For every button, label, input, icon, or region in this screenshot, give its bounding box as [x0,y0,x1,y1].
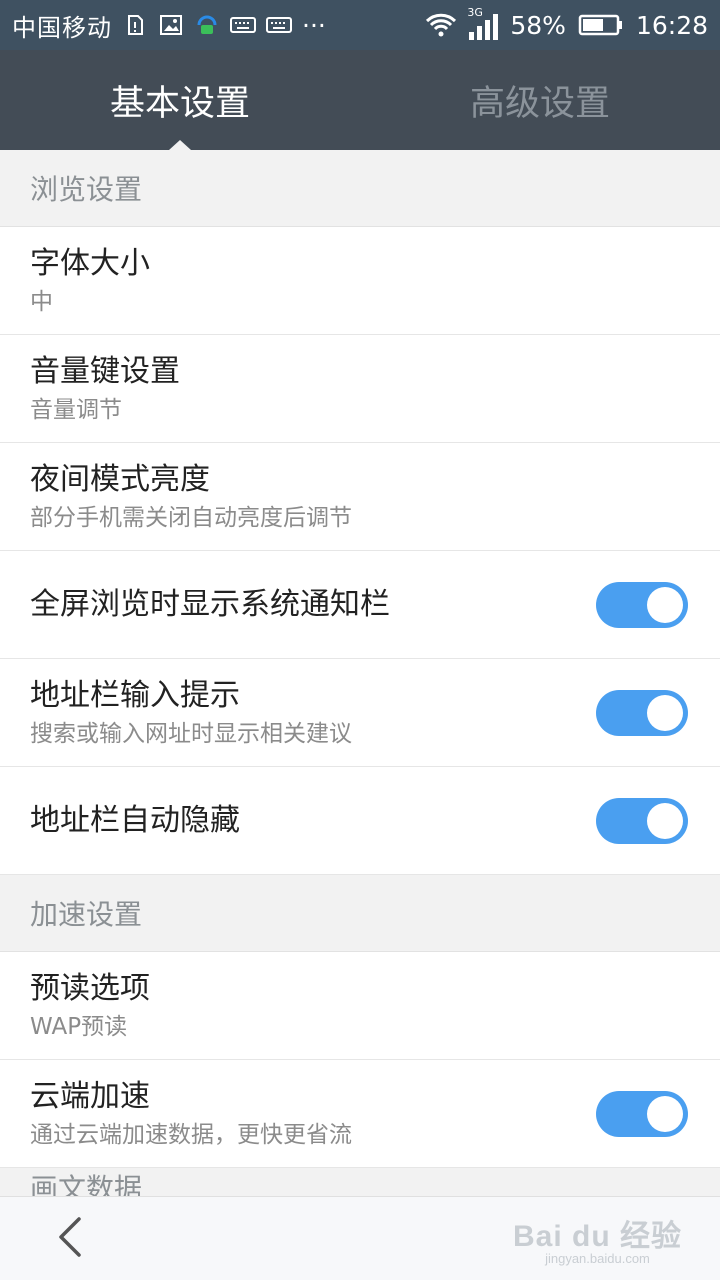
setting-address-bar-suggestions[interactable]: 地址栏输入提示 搜索或输入网址时显示相关建议 [0,659,720,767]
setting-title: 音量键设置 [30,353,180,389]
section-header-speed: 加速设置 [0,875,720,952]
tab-bar: 基本设置 高级设置 [0,50,720,150]
setting-preload-option[interactable]: 预读选项 WAP预读 [0,952,720,1060]
section-header-browse: 浏览设置 [0,150,720,227]
toggle-knob [647,1095,683,1132]
setting-address-bar-autohide[interactable]: 地址栏自动隐藏 [0,767,720,875]
setting-title: 地址栏自动隐藏 [30,802,240,838]
toggle-switch[interactable] [596,581,688,628]
image-icon [158,14,184,36]
section-header-next: 画文数据 [0,1168,720,1196]
bottom-nav-bar: Bai du 经验 jingyan.baidu.com [0,1196,720,1280]
battery-percent: 58% [510,10,566,40]
setting-font-size[interactable]: 字体大小 中 [0,227,720,335]
setting-title: 预读选项 [30,970,150,1006]
toggle-switch[interactable] [596,1090,688,1137]
toggle-switch[interactable] [596,797,688,844]
setting-title: 夜间模式亮度 [30,461,210,497]
setting-value: 音量调节 [30,396,122,423]
clock: 16:28 [635,10,708,40]
setting-fullscreen-notification-bar[interactable]: 全屏浏览时显示系统通知栏 [0,551,720,659]
baidu-jingyan-watermark: Bai du 经验 jingyan.baidu.com [513,1211,682,1266]
signal-icon: 3G [467,6,499,40]
setting-title: 地址栏输入提示 [30,677,240,713]
tab-label: 高级设置 [469,83,610,124]
status-bar: 中国移动 ··· 3G 58% 16:28 [0,0,720,50]
setting-cloud-acceleration[interactable]: 云端加速 通过云端加速数据，更快更省流 [0,1060,720,1168]
setting-title: 云端加速 [30,1078,150,1114]
toggle-knob [647,802,683,839]
tab-label: 基本设置 [109,83,250,124]
back-button[interactable] [30,1197,110,1280]
setting-description: 部分手机需关闭自动亮度后调节 [30,504,352,531]
setting-title: 全屏浏览时显示系统通知栏 [30,586,390,622]
keyboard-icon [230,14,256,36]
setting-title: 字体大小 [30,245,150,281]
chat-app-icon [194,14,220,36]
toggle-knob [647,586,683,623]
setting-volume-key[interactable]: 音量键设置 音量调节 [0,335,720,443]
setting-value: WAP预读 [30,1013,128,1040]
tab-advanced-settings[interactable]: 高级设置 [360,50,720,150]
setting-value: 中 [30,288,53,315]
setting-description: 通过云端加速数据，更快更省流 [30,1121,352,1148]
active-tab-indicator [169,140,191,150]
toggle-switch[interactable] [596,689,688,736]
more-notifications-icon: ··· [302,10,326,40]
setting-description: 搜索或输入网址时显示相关建议 [30,720,352,747]
chevron-left-icon [55,1215,85,1263]
sim-alert-icon [122,14,148,36]
carrier-label: 中国移动 [12,13,112,42]
battery-icon [578,14,624,36]
network-type-label: 3G [467,6,483,19]
settings-list[interactable]: 浏览设置 字体大小 中 音量键设置 音量调节 夜间模式亮度 部分手机需关闭自动亮… [0,150,720,1196]
tab-basic-settings[interactable]: 基本设置 [0,50,360,150]
watermark-main: Bai du 经验 [512,1220,682,1253]
toggle-knob [647,694,683,731]
setting-night-brightness[interactable]: 夜间模式亮度 部分手机需关闭自动亮度后调节 [0,443,720,551]
keyboard-icon-2 [266,14,292,36]
wifi-icon [425,13,457,37]
